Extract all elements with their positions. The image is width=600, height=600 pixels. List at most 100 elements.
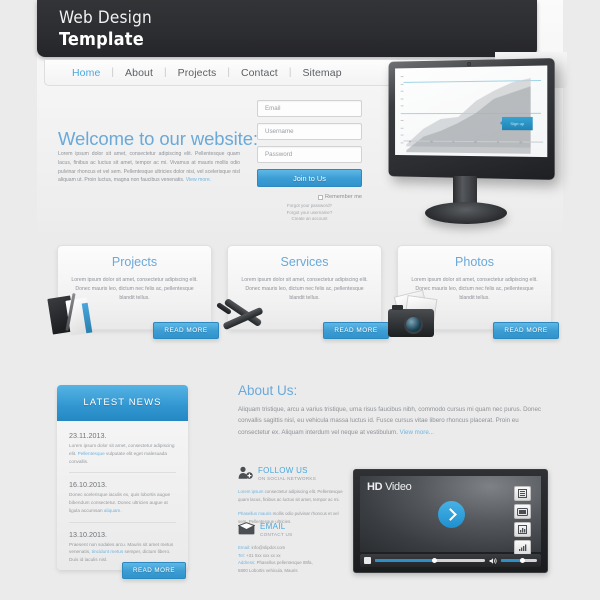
forgot-password-link[interactable]: Forgot your password? xyxy=(257,203,362,210)
follow-us-paragraph-1: Lorem ipsum consectetur adipiscing elit.… xyxy=(238,488,346,503)
card-title: Projects xyxy=(111,255,158,269)
nav-item-contact[interactable]: Contact xyxy=(230,67,289,79)
contact-value: 6800 Lobortis vehicula, Mauris xyxy=(238,568,298,574)
signup-form: Email Username Password Join to Us Remem… xyxy=(257,100,362,223)
people-add-icon xyxy=(238,466,253,480)
video-brand-label: Video xyxy=(385,481,412,493)
welcome-view-more-link[interactable]: View more. xyxy=(186,177,211,183)
card-photos: Photos Lorem ipsum dolor sit amet, conse… xyxy=(388,245,559,339)
site-title-line2: Template xyxy=(59,29,144,50)
read-more-button-news[interactable]: READ MORE xyxy=(122,562,186,579)
video-controls xyxy=(360,554,541,567)
email-title: EMAIL xyxy=(260,522,286,531)
play-icon[interactable] xyxy=(437,501,465,528)
chart-tooltip: Sign up xyxy=(501,116,533,131)
video-player: HD Video xyxy=(353,469,548,573)
news-list: 23.11.2013. Lorem ipsum dolor sit amet, … xyxy=(57,421,188,578)
form-helper-links: Forgot your password? Forgot your userna… xyxy=(257,203,362,223)
news-item[interactable]: 23.11.2013. Lorem ipsum dolor sit amet, … xyxy=(69,431,176,474)
video-screen[interactable]: HD Video xyxy=(360,476,541,555)
volume-slider[interactable] xyxy=(501,558,537,563)
progress-slider[interactable] xyxy=(375,558,485,563)
screen-icon[interactable] xyxy=(514,504,531,519)
follow-us-block: FOLLOW US ON SOCIAL NETWORKS Lorem ipsum… xyxy=(238,466,346,526)
progress-knob[interactable] xyxy=(431,558,437,563)
nav-item-about[interactable]: About xyxy=(114,67,164,79)
welcome-heading: Welcome to our website: xyxy=(58,128,258,149)
card-title: Photos xyxy=(455,255,494,269)
read-more-button-projects[interactable]: READ MORE xyxy=(153,322,219,339)
card-title: Services xyxy=(280,255,329,269)
read-more-button-services[interactable]: READ MORE xyxy=(323,322,389,339)
chart-bars-icon[interactable] xyxy=(514,522,531,537)
contact-label: Address: xyxy=(238,560,256,566)
contact-row-address-2: 6800 Lobortis vehicula, Mauris xyxy=(238,567,346,575)
page-root: Web Design Template Home | About | Proje… xyxy=(0,0,600,600)
about-text: Aliquam tristique, arcu a varius tristiq… xyxy=(238,406,541,436)
volume-knob[interactable] xyxy=(520,558,526,563)
site-header: Web Design Template xyxy=(37,0,537,57)
monitor-illustration: Sign up xyxy=(377,52,572,227)
welcome-paragraph: Lorem ipsum dolor sit amet, consectetur … xyxy=(58,150,240,185)
follow-us-link-1[interactable]: Lorem ipsum xyxy=(238,489,263,494)
follow-us-title: FOLLOW US xyxy=(258,466,308,475)
latest-news-title: LATEST NEWS xyxy=(57,385,188,421)
stop-icon[interactable] xyxy=(364,557,371,564)
nav-item-projects[interactable]: Projects xyxy=(167,67,228,79)
remember-me-checkbox[interactable] xyxy=(318,194,323,200)
about-view-more-link[interactable]: View more... xyxy=(400,429,434,436)
contact-row-tel: Tel: +31 0xx xxx xx xx xyxy=(238,552,346,560)
envelope-icon xyxy=(238,522,255,535)
news-date: 16.10.2013. xyxy=(69,480,107,490)
username-field[interactable]: Username xyxy=(257,123,362,140)
contact-value: Phasellus pellentesque 88fa, xyxy=(256,560,313,566)
email-titles: EMAIL CONTACT US xyxy=(260,522,292,537)
email-contact-details: Email: info@slipdot.com Tel: +31 0xx xxx… xyxy=(238,544,346,575)
list-icon[interactable] xyxy=(514,486,531,501)
monitor-stand-base xyxy=(425,202,507,224)
nav-item-sitemap[interactable]: Sitemap xyxy=(291,67,352,79)
card-projects: Projects Lorem ipsum dolor sit amet, con… xyxy=(47,245,219,339)
join-us-button[interactable]: Join to Us xyxy=(257,169,362,187)
monitor-screen: Sign up xyxy=(395,65,548,158)
follow-us-subtitle: ON SOCIAL NETWORKS xyxy=(258,476,317,481)
email-header: EMAIL CONTACT US xyxy=(238,522,346,537)
password-field[interactable]: Password xyxy=(257,146,362,163)
read-more-button-photos[interactable]: READ MORE xyxy=(493,322,559,339)
webcam-icon xyxy=(467,61,471,67)
email-block: EMAIL CONTACT US Email: info@slipdot.com… xyxy=(238,522,346,575)
speaker-icon[interactable] xyxy=(489,557,497,565)
about-heading: About Us: xyxy=(238,383,298,398)
site-title-line1: Web Design xyxy=(59,8,152,28)
news-inline-link[interactable]: aliquam xyxy=(104,508,120,513)
follow-us-header: FOLLOW US ON SOCIAL NETWORKS xyxy=(238,466,346,481)
follow-us-titles: FOLLOW US ON SOCIAL NETWORKS xyxy=(258,466,316,481)
contact-value: +31 0xx xxx xx xx xyxy=(246,552,281,558)
forgot-username-link[interactable]: Forgot your username? xyxy=(257,210,362,217)
video-brand: HD Video xyxy=(367,481,412,493)
equalizer-icon[interactable] xyxy=(514,540,531,555)
news-inline-link[interactable]: tincidunt metus xyxy=(92,549,124,554)
create-account-link[interactable]: Create an account xyxy=(257,216,362,223)
nav-item-home[interactable]: Home xyxy=(61,67,111,79)
progress-fill xyxy=(375,559,435,562)
remember-me-label: Remember me xyxy=(325,194,362,200)
news-item[interactable]: 16.10.2013. Donec scelerisque iaculis ex… xyxy=(69,480,176,523)
contact-label: Tel: xyxy=(238,552,245,558)
contact-label: Email: xyxy=(238,545,251,550)
news-text-after: . xyxy=(120,507,122,513)
news-inline-link[interactable]: Pellentesque xyxy=(78,451,105,456)
contact-row-email: Email: info@slipdot.com xyxy=(238,544,346,552)
news-text: Praesent non sodales arcu. Mauris sit am… xyxy=(69,541,176,564)
welcome-text: Lorem ipsum dolor sit amet, consectetur … xyxy=(58,151,240,184)
remember-me-row[interactable]: Remember me xyxy=(257,194,362,200)
follow-us-link-2[interactable]: Phasellus mauris xyxy=(238,511,271,516)
camera-icon xyxy=(384,289,446,343)
about-paragraph: Aliquam tristique, arcu a varius tristiq… xyxy=(238,404,546,438)
notebook-pen-icon xyxy=(44,289,106,343)
email-field[interactable]: Email xyxy=(257,100,362,117)
email-subtitle: CONTACT US xyxy=(260,532,293,537)
contact-row-address: Address: Phasellus pellentesque 88fa, xyxy=(238,559,346,567)
news-text: Lorem ipsum dolor sit amet, consectetur … xyxy=(69,442,176,465)
news-text: Donec scelerisque iaculis ex, quis lobor… xyxy=(69,491,176,514)
